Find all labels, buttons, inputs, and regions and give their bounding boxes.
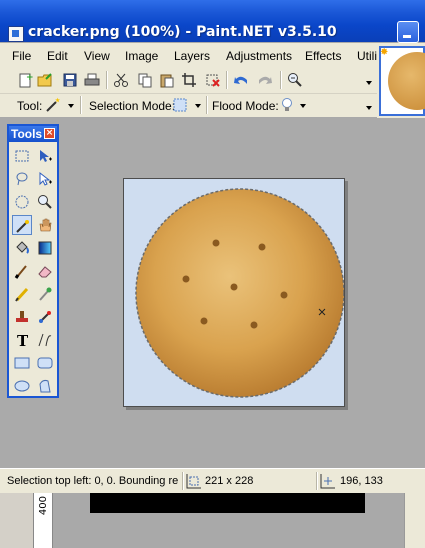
magic-wand-tool-icon[interactable] (12, 215, 32, 235)
tools-window: Tools × T (7, 124, 59, 398)
tool-options-bar: Tool: Selection Mode: Flood Mode: (0, 94, 380, 117)
ellipse-tool-icon[interactable] (12, 376, 32, 396)
svg-text:+: + (26, 73, 33, 83)
deselect-icon[interactable] (205, 72, 221, 88)
open-file-icon[interactable] (37, 72, 53, 88)
magic-wand-icon[interactable] (45, 97, 61, 113)
toolbar-separator (280, 71, 282, 89)
save-icon[interactable] (62, 72, 78, 88)
background-left-strip (0, 493, 33, 548)
main-toolbar: + (0, 67, 380, 94)
tools-title-bar[interactable]: Tools × (9, 126, 57, 142)
freeform-shape-tool-icon[interactable] (35, 376, 55, 396)
menu-edit[interactable]: Edit (47, 49, 68, 63)
toolbar-separator (106, 71, 108, 89)
selection-mode-dropdown-arrow[interactable] (195, 104, 201, 108)
print-icon[interactable] (84, 72, 100, 88)
menu-view[interactable]: View (84, 49, 110, 63)
rounded-rectangle-tool-icon[interactable] (35, 353, 55, 373)
rectangle-select-tool-icon[interactable] (12, 146, 32, 166)
flood-mode-label: Flood Mode: (212, 99, 279, 113)
status-separator (182, 472, 184, 490)
pan-tool-icon[interactable] (35, 215, 55, 235)
title-bar[interactable]: cracker.png (100%) - Paint.NET v3.5.10 (0, 0, 425, 43)
color-picker-tool-icon[interactable] (35, 284, 55, 304)
tool-dropdown-arrow[interactable] (68, 104, 74, 108)
zoom-out-icon[interactable] (287, 72, 303, 88)
toolbar-separator (206, 96, 208, 114)
recolor-tool-icon[interactable] (35, 307, 55, 327)
eraser-tool-icon[interactable] (35, 261, 55, 281)
background-black-bar (90, 493, 365, 513)
zoom-tool-icon[interactable] (35, 192, 55, 212)
menu-adjustments[interactable]: Adjustments (226, 49, 292, 63)
paste-icon[interactable] (159, 72, 175, 88)
cursor-position-icon (320, 473, 336, 489)
clone-stamp-tool-icon[interactable] (12, 307, 32, 327)
toolbar-separator (80, 96, 82, 114)
menu-image[interactable]: Image (125, 49, 158, 63)
options-overflow-arrow[interactable] (366, 106, 372, 110)
redo-icon[interactable] (257, 72, 273, 88)
rectangle-tool-icon[interactable] (12, 353, 32, 373)
menu-layers[interactable]: Layers (174, 49, 210, 63)
minimize-button[interactable] (397, 21, 419, 43)
status-separator (316, 472, 318, 490)
window-title: cracker.png (100%) - Paint.NET v3.5.10 (28, 24, 337, 40)
unsaved-star-icon: ✸ (380, 47, 389, 58)
cut-icon[interactable] (113, 72, 129, 88)
lasso-select-tool-icon[interactable] (12, 169, 32, 189)
undo-icon[interactable] (233, 72, 249, 88)
tools-title: Tools (11, 127, 43, 141)
toolbar-overflow-arrow[interactable] (366, 81, 372, 85)
cracker-image (135, 188, 344, 398)
menu-effects[interactable]: Effects (305, 49, 341, 63)
toolbar-separator (226, 71, 228, 89)
tool-label: Tool: (17, 99, 43, 113)
selection-size-text: 221 x 228 (205, 475, 254, 487)
cursor-position-text: 196, 133 (340, 475, 383, 487)
selection-info-text: Selection top left: 0, 0. Bounding re (7, 475, 179, 487)
background-right-strip (404, 493, 425, 548)
selection-mode-icon[interactable] (172, 97, 188, 113)
ruler-value: 400 (38, 496, 49, 516)
move-selected-pixels-tool-icon[interactable] (35, 146, 55, 166)
paint-bucket-tool-icon[interactable] (12, 238, 32, 258)
move-selection-tool-icon[interactable] (35, 169, 55, 189)
flood-mode-icon[interactable] (279, 97, 295, 113)
ellipse-select-tool-icon[interactable] (12, 192, 32, 212)
text-tool-icon[interactable]: T (12, 330, 32, 350)
paintnet-app-icon (8, 26, 24, 42)
image-canvas[interactable] (123, 178, 345, 407)
selection-mode-label: Selection Mode: (89, 99, 176, 113)
svg-text:T: T (17, 332, 29, 348)
tools-close-button[interactable]: × (44, 128, 55, 139)
selection-size-icon (186, 473, 202, 489)
menu-file[interactable]: File (12, 49, 31, 63)
menu-bar: File Edit View Image Layers Adjustments … (0, 43, 380, 67)
status-bar: Selection top left: 0, 0. Bounding re 22… (0, 468, 425, 493)
flood-mode-dropdown-arrow[interactable] (300, 104, 306, 108)
gradient-tool-icon[interactable] (35, 238, 55, 258)
pencil-tool-icon[interactable] (12, 284, 32, 304)
crop-to-selection-icon[interactable] (181, 72, 197, 88)
paintbrush-tool-icon[interactable] (12, 261, 32, 281)
new-file-icon[interactable]: + (17, 72, 34, 88)
thumbnail-image (388, 52, 425, 110)
copy-icon[interactable] (137, 72, 153, 88)
line-curve-tool-icon[interactable] (35, 330, 55, 350)
